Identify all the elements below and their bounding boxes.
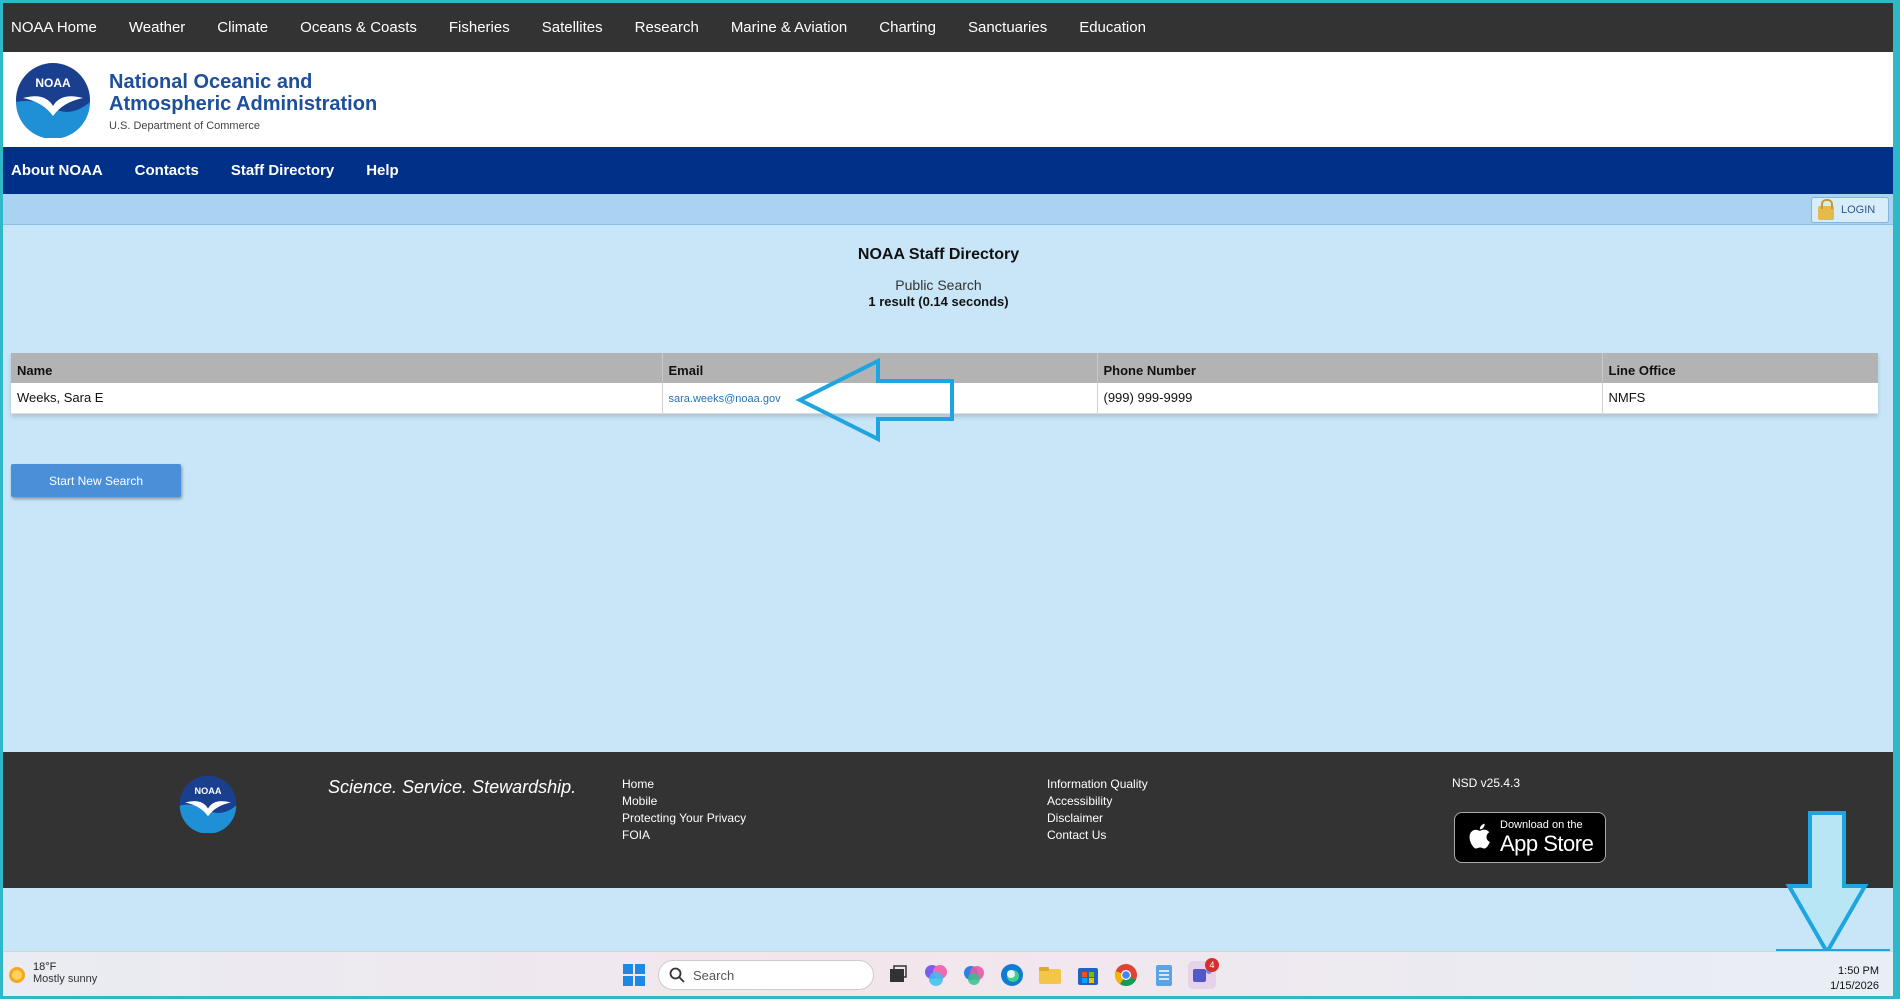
footer-link-privacy[interactable]: Protecting Your Privacy (622, 810, 746, 827)
site-footer: NOAA Science. Service. Stewardship. Home… (3, 752, 1893, 888)
page-title: NOAA Staff Directory (857, 246, 1020, 263)
nav-help[interactable]: Help (350, 162, 415, 179)
org-name[interactable]: National Oceanic and Atmospheric Adminis… (109, 71, 377, 115)
cell-phone: (999) 999-9999 (1096, 383, 1602, 414)
noaa-logo[interactable]: NOAA (15, 62, 91, 138)
nav-weather[interactable]: Weather (113, 3, 201, 52)
column-header-line-office[interactable]: Line Office (1601, 353, 1878, 383)
task-view-icon[interactable] (884, 961, 912, 989)
cell-line-office: NMFS (1601, 383, 1878, 414)
column-header-name[interactable]: Name (11, 353, 662, 383)
app-store-big-text: App Store (1500, 831, 1594, 856)
org-department: U.S. Department of Commerce (109, 120, 260, 132)
app-store-small-text: Download on the (1500, 819, 1583, 831)
nav-contacts[interactable]: Contacts (119, 162, 215, 179)
cell-name: Weeks, Sara E (11, 383, 662, 414)
microsoft-store-icon[interactable] (1074, 961, 1102, 989)
svg-text:NOAA: NOAA (35, 76, 71, 90)
notepad-icon[interactable] (1150, 961, 1178, 989)
search-type: Public Search (895, 277, 982, 293)
taskbar-apps: Search 4 (620, 958, 1219, 990)
result-summary: 1 result (0.14 seconds) (868, 294, 1009, 309)
copilot-icon[interactable] (922, 961, 950, 989)
browser-viewport: NOAA Home Weather Climate Oceans & Coast… (3, 3, 1893, 996)
footer-link-mobile[interactable]: Mobile (622, 793, 746, 810)
chrome-icon[interactable] (1112, 961, 1140, 989)
weather-condition: Mostly sunny (33, 973, 98, 985)
footer-links-col2: Information Quality Accessibility Discla… (1047, 776, 1148, 844)
teams-icon[interactable]: 4 (1188, 958, 1219, 989)
nav-fisheries[interactable]: Fisheries (433, 3, 526, 52)
footer-link-disclaimer[interactable]: Disclaimer (1047, 810, 1148, 827)
top-navigation: NOAA Home Weather Climate Oceans & Coast… (3, 3, 1893, 52)
search-placeholder: Search (693, 967, 735, 983)
footer-noaa-logo[interactable]: NOAA (179, 775, 237, 833)
nav-satellites[interactable]: Satellites (526, 3, 619, 52)
site-header: NOAA National Oceanic and Atmospheric Ad… (3, 52, 1893, 147)
directory-navigation: About NOAA Contacts Staff Directory Help (3, 147, 1893, 194)
apple-icon (1469, 823, 1490, 849)
nav-sanctuaries[interactable]: Sanctuaries (952, 3, 1063, 52)
nav-oceans-coasts[interactable]: Oceans & Coasts (284, 3, 433, 52)
nav-about-noaa[interactable]: About NOAA (3, 162, 119, 179)
login-button[interactable]: LOGIN (1811, 197, 1889, 223)
nav-marine-aviation[interactable]: Marine & Aviation (715, 3, 863, 52)
search-icon (669, 967, 685, 983)
clock-date: 1/15/2026 (1830, 980, 1879, 992)
footer-link-contact-us[interactable]: Contact Us (1047, 827, 1148, 844)
app-version: NSD v25.4.3 (1452, 776, 1521, 790)
clock-time: 1:50 PM (1838, 965, 1879, 977)
nav-staff-directory[interactable]: Staff Directory (215, 162, 350, 179)
nav-charting[interactable]: Charting (863, 3, 952, 52)
footer-link-accessibility[interactable]: Accessibility (1047, 793, 1148, 810)
column-header-phone[interactable]: Phone Number (1096, 353, 1602, 383)
file-explorer-icon[interactable] (1036, 961, 1064, 989)
weather-temperature: 18°F (33, 961, 57, 973)
system-clock[interactable]: 1:50 PM 1/15/2026 (1830, 964, 1879, 994)
login-label: LOGIN (1841, 204, 1876, 216)
windows-start-icon[interactable] (620, 961, 648, 989)
footer-link-information-quality[interactable]: Information Quality (1047, 776, 1148, 793)
notification-badge: 4 (1205, 958, 1219, 972)
org-name-line2: Atmospheric Administration (109, 93, 378, 115)
nav-research[interactable]: Research (619, 3, 715, 52)
microsoft-365-copilot-icon[interactable] (960, 961, 988, 989)
svg-text:NOAA: NOAA (195, 786, 222, 796)
login-bar: LOGIN (3, 194, 1893, 225)
footer-link-foia[interactable]: FOIA (622, 827, 746, 844)
annotation-arrow-left-icon (795, 357, 954, 443)
footer-link-home[interactable]: Home (622, 776, 746, 793)
lock-icon (1818, 198, 1834, 220)
app-store-badge[interactable]: Download on the App Store (1454, 812, 1606, 863)
footer-tagline: Science. Service. Stewardship. (328, 777, 577, 797)
footer-links-col1: Home Mobile Protecting Your Privacy FOIA (622, 776, 746, 844)
partly-sunny-icon (9, 967, 25, 983)
weather-widget[interactable]: 18°F Mostly sunny (7, 961, 97, 985)
email-link[interactable]: sara.weeks@noaa.gov (669, 393, 781, 405)
taskbar-search-input[interactable]: Search (658, 960, 874, 990)
edge-browser-icon[interactable] (998, 961, 1026, 989)
nav-education[interactable]: Education (1063, 3, 1162, 52)
nav-climate[interactable]: Climate (201, 3, 284, 52)
nav-noaa-home[interactable]: NOAA Home (3, 3, 113, 52)
org-name-line1: National Oceanic and (109, 71, 313, 93)
start-new-search-button[interactable]: Start New Search (11, 464, 181, 497)
windows-taskbar: 18°F Mostly sunny Search 4 1:50 PM 1/15/… (3, 951, 1893, 996)
